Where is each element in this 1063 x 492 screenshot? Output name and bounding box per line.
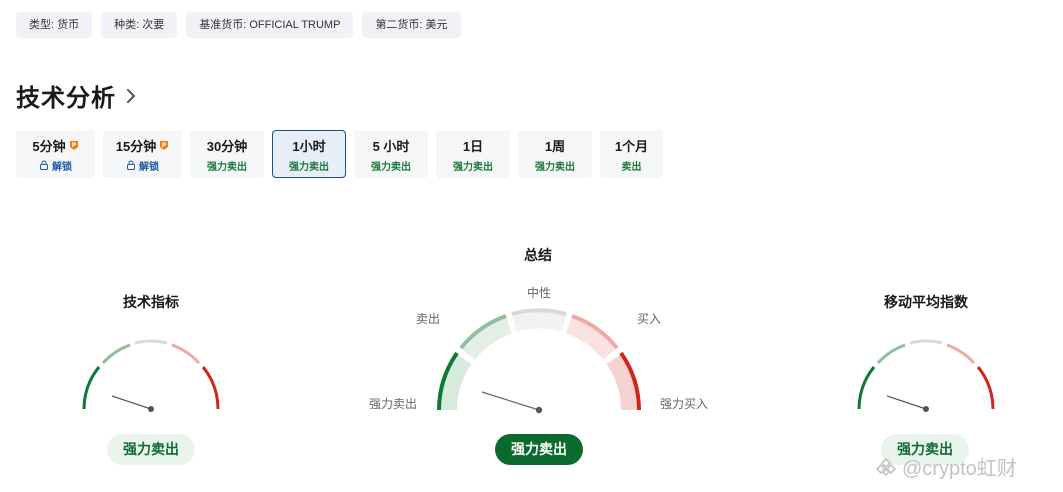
tab-15min[interactable]: 15分钟 P 解锁 — [103, 130, 182, 178]
zone-neutral-label: 中性 — [527, 286, 552, 300]
tag-category: 种类: 次要 — [101, 12, 178, 38]
lock-icon — [127, 160, 135, 170]
zone-strong-buy-label: 强力买入 — [660, 397, 709, 411]
svg-text:P: P — [71, 142, 76, 149]
watermark-logo-icon — [876, 457, 896, 476]
tab-1day[interactable]: 1日 强力卖出 — [436, 130, 510, 178]
tab-signal: 强力卖出 — [453, 161, 493, 173]
tab-label: 1个月 — [614, 138, 649, 154]
summary-title: 总结 — [524, 247, 552, 263]
tab-5hour[interactable]: 5 小时 强力卖出 — [354, 130, 428, 178]
tab-signal: 强力卖出 — [289, 161, 329, 173]
moving-averages-title: 移动平均指数 — [884, 294, 968, 310]
tag-base-currency: 基准货币: OFFICIAL TRUMP — [186, 12, 354, 38]
watermark: @crypto虹财 — [876, 452, 1017, 481]
technical-indicators-title: 技术指标 — [123, 294, 179, 310]
tag-type: 类型: 货币 — [16, 12, 93, 38]
instrument-tags: 类型: 货币 种类: 次要 基准货币: OFFICIAL TRUMP 第二货币:… — [16, 12, 461, 38]
tab-1month[interactable]: 1个月 卖出 — [600, 130, 663, 178]
zone-strong-sell-label: 强力卖出 — [369, 397, 418, 411]
tab-signal: 强力卖出 — [535, 161, 575, 173]
tab-signal: 强力卖出 — [207, 161, 247, 173]
tab-label: 5 小时 — [372, 138, 410, 154]
moving-averages-gauge — [857, 339, 995, 412]
tab-label: 15分钟 — [115, 138, 157, 154]
tag-quote-currency: 第二货币: 美元 — [362, 12, 461, 38]
technical-indicators-result: 强力卖出 — [107, 434, 195, 465]
tab-label: 1周 — [544, 138, 566, 154]
pro-badge-icon: P — [69, 140, 78, 150]
tab-label: 30分钟 — [206, 138, 248, 154]
tab-30min[interactable]: 30分钟 强力卖出 — [190, 130, 264, 178]
unlock-label: 解锁 — [52, 161, 72, 173]
timeframe-tabs: 5分钟 P 解锁 15分钟 P 解锁 30分钟 强力卖出 1小时 强力卖出 5 … — [16, 130, 663, 178]
tab-signal: 强力卖出 — [371, 161, 411, 173]
technical-indicators-gauge — [82, 339, 220, 412]
tab-label: 1日 — [462, 138, 484, 154]
technical-analysis-heading[interactable]: 技术分析 — [16, 78, 140, 113]
unlock-label: 解锁 — [139, 161, 159, 173]
summary-result: 强力卖出 — [495, 434, 583, 465]
tab-label: 1小时 — [292, 138, 326, 154]
pro-badge-icon: P — [160, 140, 169, 150]
page-title[interactable]: 技术分析 — [16, 78, 116, 113]
tab-5min[interactable]: 5分钟 P 解锁 — [16, 130, 95, 178]
tab-signal: 卖出 — [621, 161, 642, 173]
chevron-right-icon[interactable] — [122, 87, 140, 105]
tab-1week[interactable]: 1周 强力卖出 — [518, 130, 592, 178]
watermark-text: @crypto虹财 — [902, 458, 1017, 480]
summary-gauge — [437, 308, 641, 414]
lock-icon — [40, 160, 48, 170]
tab-label: 5分钟 — [32, 138, 66, 154]
tab-1hour[interactable]: 1小时 强力卖出 — [272, 130, 346, 178]
svg-text:P: P — [162, 142, 167, 149]
